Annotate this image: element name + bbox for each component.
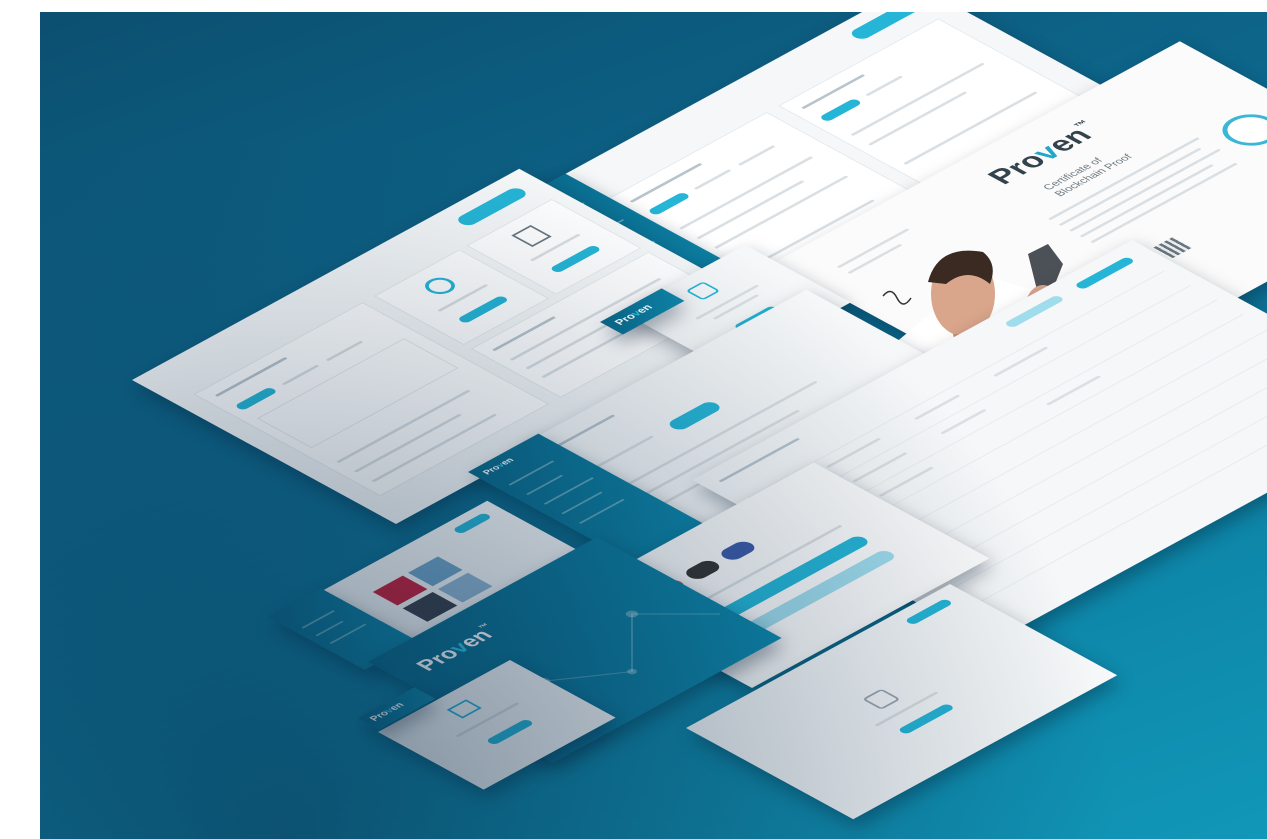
upload-button[interactable] bbox=[485, 718, 535, 746]
collage-background: Proven Proven™ Certificate of Blockchain… bbox=[40, 12, 1267, 839]
github-icon[interactable] bbox=[681, 558, 724, 582]
upload-icon bbox=[446, 699, 482, 719]
seal-icon bbox=[1210, 107, 1267, 153]
thumbs-up-icon bbox=[685, 281, 721, 301]
upload-icon bbox=[511, 224, 552, 248]
thumbs-up-icon bbox=[862, 688, 901, 710]
facebook-icon[interactable] bbox=[716, 539, 760, 563]
